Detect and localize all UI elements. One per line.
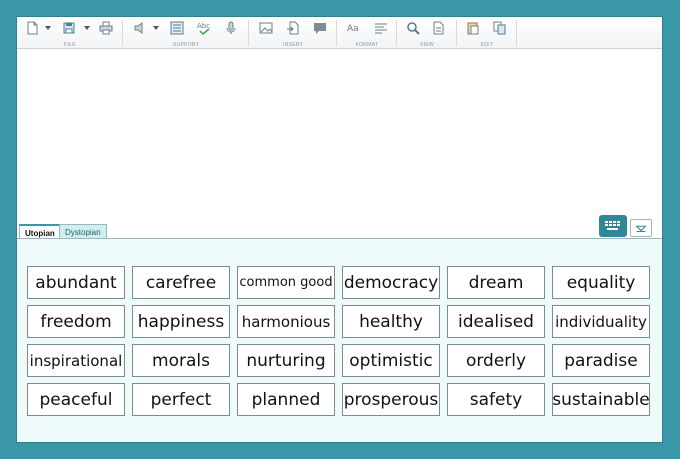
paste-icon[interactable]: [466, 21, 480, 35]
spell-check-icon[interactable]: Abc: [197, 21, 211, 35]
word-grid: abundant carefree common good democracy …: [27, 266, 650, 416]
image-icon[interactable]: [259, 21, 273, 35]
word-bank-panel: abundant carefree common good democracy …: [17, 238, 662, 442]
word-tile[interactable]: safety: [447, 383, 545, 416]
comment-icon[interactable]: [313, 21, 327, 35]
toolbar-group-label: FILE: [64, 42, 76, 48]
word-tile[interactable]: nurturing: [237, 344, 335, 377]
word-tile[interactable]: freedom: [27, 305, 125, 338]
word-bank-tabs: Utopian Dystopian: [17, 220, 662, 241]
word-tile[interactable]: abundant: [27, 266, 125, 299]
word-tile[interactable]: idealised: [447, 305, 545, 338]
collapse-button[interactable]: [630, 219, 652, 237]
word-tile[interactable]: prosperous: [342, 383, 440, 416]
word-tile[interactable]: equality: [552, 266, 650, 299]
font-icon[interactable]: Aa: [347, 21, 361, 35]
toolbar-group-support: Abc SUPPORT: [123, 17, 249, 49]
word-tile[interactable]: peaceful: [27, 383, 125, 416]
copy-icon[interactable]: [493, 21, 507, 35]
word-tile[interactable]: optimistic: [342, 344, 440, 377]
word-tile[interactable]: morals: [132, 344, 230, 377]
app-window: FILE Abc SUPPORT INSERT Aa FORMAT VIEW E…: [16, 16, 663, 443]
word-tile[interactable]: dream: [447, 266, 545, 299]
toolbar-group-insert: INSERT: [249, 17, 337, 49]
word-tile[interactable]: inspirational: [27, 344, 125, 377]
word-list-icon[interactable]: [170, 21, 184, 35]
word-tile[interactable]: paradise: [552, 344, 650, 377]
new-document-icon[interactable]: [25, 21, 39, 35]
word-tile[interactable]: harmonious: [237, 305, 335, 338]
toolbar-group-view: VIEW: [397, 17, 457, 49]
toolbar-group-label: EDIT: [480, 42, 494, 48]
toolbar-group-file: FILE: [17, 17, 123, 49]
keyboard-icon: [605, 221, 620, 230]
toolbar-separator: [516, 20, 517, 46]
word-tile[interactable]: perfect: [132, 383, 230, 416]
collapse-down-icon: [635, 225, 647, 233]
insert-file-icon[interactable]: [286, 21, 300, 35]
page-view-icon[interactable]: [431, 21, 445, 35]
word-tile[interactable]: democracy: [342, 266, 440, 299]
print-icon[interactable]: [99, 21, 113, 35]
keyboard-button[interactable]: [599, 215, 627, 237]
toolbar: FILE Abc SUPPORT INSERT Aa FORMAT VIEW E…: [17, 17, 662, 49]
toolbar-group-label: SUPPORT: [172, 42, 200, 48]
document-editor[interactable]: [17, 50, 662, 220]
speaker-icon[interactable]: [133, 21, 147, 35]
toolbar-group-edit: EDIT: [457, 17, 517, 49]
speaker-dropdown-icon[interactable]: [153, 26, 159, 30]
save-icon[interactable]: [62, 21, 76, 35]
svg-text:Aa: Aa: [347, 24, 359, 34]
zoom-icon[interactable]: [406, 21, 420, 35]
toolbar-group-label: INSERT: [282, 42, 304, 48]
word-tile[interactable]: common good: [237, 266, 335, 299]
word-tile[interactable]: orderly: [447, 344, 545, 377]
word-tile[interactable]: planned: [237, 383, 335, 416]
align-icon[interactable]: [374, 21, 388, 35]
toolbar-group-label: VIEW: [420, 42, 434, 48]
word-tile[interactable]: individuality: [552, 305, 650, 338]
word-tile[interactable]: happiness: [132, 305, 230, 338]
microphone-icon[interactable]: [224, 21, 238, 35]
toolbar-group-label: FORMAT: [355, 42, 379, 48]
toolbar-group-format: Aa FORMAT: [337, 17, 397, 49]
word-tile[interactable]: healthy: [342, 305, 440, 338]
new-dropdown-icon[interactable]: [45, 26, 51, 30]
save-dropdown-icon[interactable]: [84, 26, 90, 30]
word-tile[interactable]: sustainable: [552, 383, 650, 416]
word-tile[interactable]: carefree: [132, 266, 230, 299]
